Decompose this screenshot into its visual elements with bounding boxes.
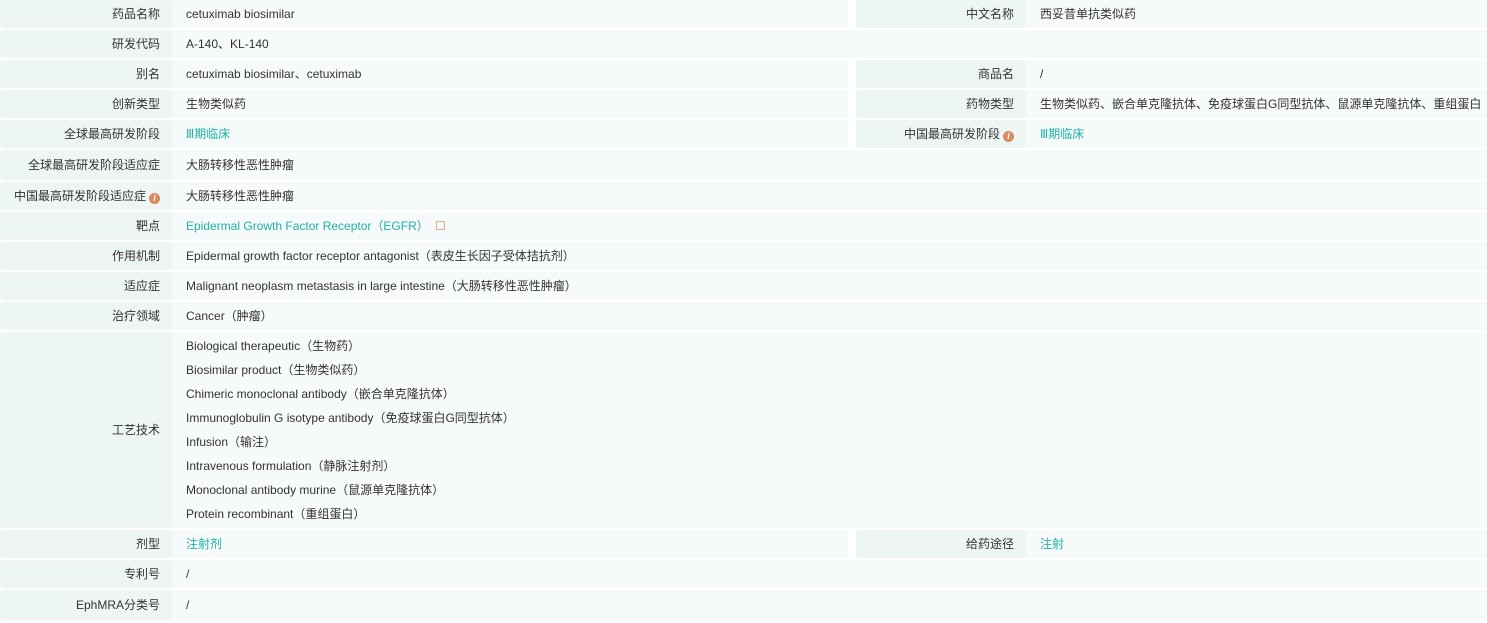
technology-item: Intravenous formulation（静脉注射剂） bbox=[186, 459, 396, 473]
row-rd-code: 研发代码 A-140、KL-140 bbox=[0, 30, 1487, 58]
technology-item: Protein recombinant（重组蛋白） bbox=[186, 507, 366, 521]
row-mechanism: 作用机制 Epidermal growth factor receptor an… bbox=[0, 242, 1487, 270]
value: / bbox=[172, 560, 1487, 588]
value: / bbox=[172, 590, 1487, 620]
technology-item: Infusion（输注） bbox=[186, 435, 277, 449]
row-drug-name: 药品名称 cetuximab biosimilar 中文名称 西妥昔单抗类似药 bbox=[0, 0, 1487, 28]
label: 药物类型 bbox=[856, 90, 1026, 118]
technology-item: Biological therapeutic（生物药） bbox=[186, 339, 361, 353]
info-icon[interactable]: i bbox=[149, 193, 160, 204]
row-patent: 专利号 / bbox=[0, 560, 1487, 588]
row-indication: 适应症 Malignant neoplasm metastasis in lar… bbox=[0, 272, 1487, 300]
external-link-icon[interactable] bbox=[435, 221, 445, 230]
row-therapeutic-area: 治疗领域 Cancer（肿瘤） bbox=[0, 302, 1487, 330]
value: 大肠转移性恶性肿瘤 bbox=[172, 150, 1487, 180]
info-icon[interactable]: i bbox=[1003, 131, 1014, 142]
value: 生物类似药 bbox=[172, 90, 848, 118]
value: Cancer（肿瘤） bbox=[172, 302, 1487, 330]
label: EphMRA分类号 bbox=[0, 590, 172, 620]
value: cetuximab biosimilar bbox=[172, 0, 848, 28]
value: Malignant neoplasm metastasis in large i… bbox=[172, 272, 1487, 300]
route-link[interactable]: 注射 bbox=[1040, 537, 1064, 551]
row-china-indication: 中国最高研发阶段适应症 i 大肠转移性恶性肿瘤 bbox=[0, 182, 1487, 210]
label: 全球最高研发阶段适应症 bbox=[0, 150, 172, 180]
label: 适应症 bbox=[0, 272, 172, 300]
label: 中文名称 bbox=[856, 0, 1026, 28]
dosage-form-link[interactable]: 注射剂 bbox=[186, 537, 222, 551]
target-link[interactable]: Epidermal Growth Factor Receptor（EGFR） bbox=[186, 219, 429, 233]
label: 治疗领域 bbox=[0, 302, 172, 330]
label: 全球最高研发阶段 bbox=[0, 120, 172, 148]
label: 给药途径 bbox=[856, 530, 1026, 558]
drug-info-table: 药品名称 cetuximab biosimilar 中文名称 西妥昔单抗类似药 … bbox=[0, 0, 1487, 620]
value: A-140、KL-140 bbox=[172, 30, 1487, 58]
label: 药品名称 bbox=[0, 0, 172, 28]
china-phase-link[interactable]: Ⅲ期临床 bbox=[1040, 127, 1084, 141]
label: 工艺技术 bbox=[0, 332, 172, 528]
label: 创新类型 bbox=[0, 90, 172, 118]
global-phase-link[interactable]: Ⅲ期临床 bbox=[186, 127, 230, 141]
row-dosage-form: 剂型 注射剂 给药途径 注射 bbox=[0, 530, 1487, 558]
row-ephmra: EphMRA分类号 / bbox=[0, 590, 1487, 620]
label: 作用机制 bbox=[0, 242, 172, 270]
row-phase: 全球最高研发阶段 Ⅲ期临床 中国最高研发阶段 i Ⅲ期临床 bbox=[0, 120, 1487, 148]
label: 中国最高研发阶段适应症 bbox=[13, 189, 146, 203]
label: 中国最高研发阶段 bbox=[903, 127, 1000, 141]
value: / bbox=[1026, 60, 1487, 88]
row-target: 靶点 Epidermal Growth Factor Receptor（EGFR… bbox=[0, 212, 1487, 240]
value: Epidermal growth factor receptor antagon… bbox=[172, 242, 1487, 270]
technology-item: Immunoglobulin G isotype antibody（免疫球蛋白G… bbox=[186, 411, 515, 425]
row-global-indication: 全球最高研发阶段适应症 大肠转移性恶性肿瘤 bbox=[0, 150, 1487, 180]
technology-item: Chimeric monoclonal antibody（嵌合单克隆抗体） bbox=[186, 387, 455, 401]
technology-item: Biosimilar product（生物类似药） bbox=[186, 363, 366, 377]
label: 专利号 bbox=[0, 560, 172, 588]
technology-item: Monoclonal antibody murine（鼠源单克隆抗体） bbox=[186, 483, 445, 497]
row-technology: 工艺技术 Biological therapeutic（生物药） Biosimi… bbox=[0, 332, 1487, 528]
value: 大肠转移性恶性肿瘤 bbox=[172, 182, 1487, 210]
label: 靶点 bbox=[0, 212, 172, 240]
value: 西妥昔单抗类似药 bbox=[1026, 0, 1487, 28]
label: 剂型 bbox=[0, 530, 172, 558]
value: 生物类似药、嵌合单克隆抗体、免疫球蛋白G同型抗体、鼠源单克隆抗体、重组蛋白 bbox=[1026, 90, 1487, 118]
label: 研发代码 bbox=[0, 30, 172, 58]
row-alias: 别名 cetuximab biosimilar、cetuximab 商品名 / bbox=[0, 60, 1487, 88]
row-innovation-type: 创新类型 生物类似药 药物类型 生物类似药、嵌合单克隆抗体、免疫球蛋白G同型抗体… bbox=[0, 90, 1487, 118]
label: 商品名 bbox=[856, 60, 1026, 88]
label: 别名 bbox=[0, 60, 172, 88]
value: cetuximab biosimilar、cetuximab bbox=[172, 60, 848, 88]
